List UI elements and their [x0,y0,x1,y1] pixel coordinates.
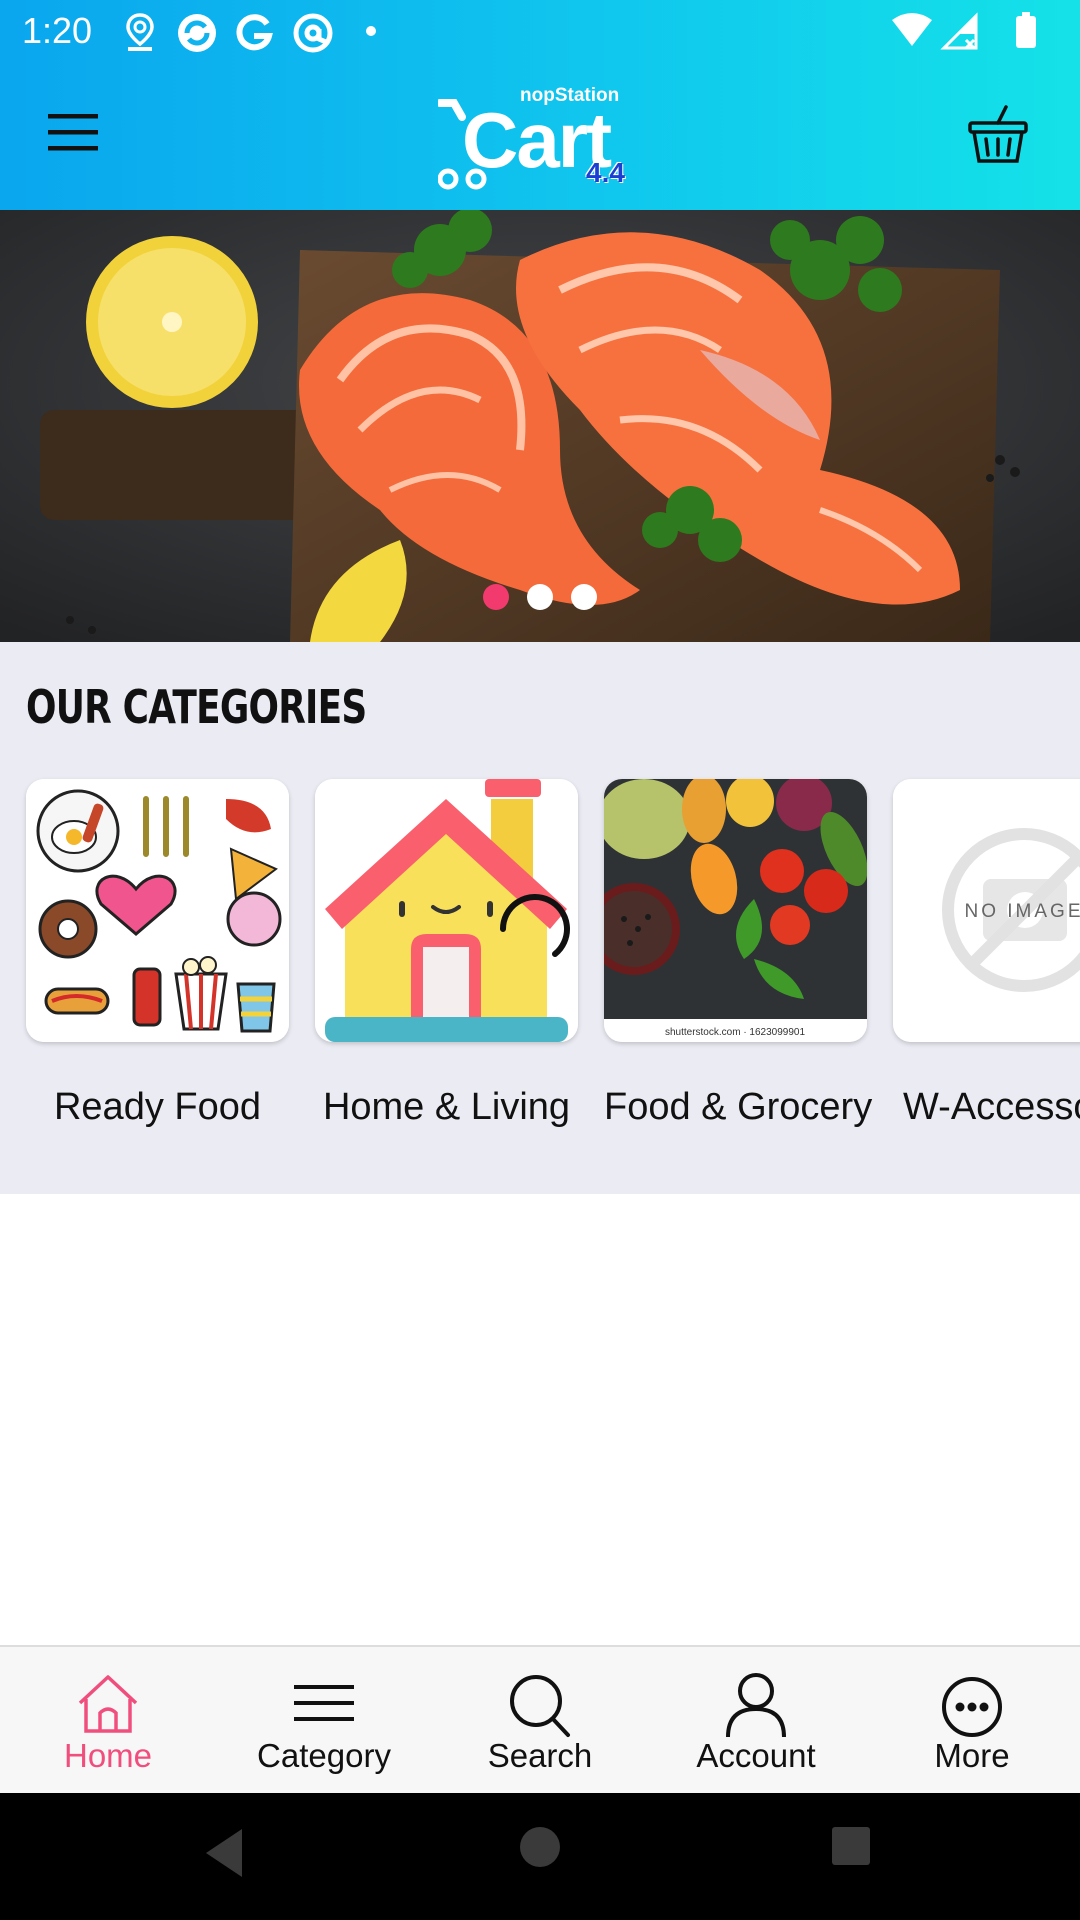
carousel-dot-1[interactable] [483,584,509,610]
shopping-basket-icon[interactable] [966,103,1030,167]
nav-more[interactable]: More [864,1647,1080,1795]
more-dots-icon [942,1677,1002,1737]
category-image: NO IMAGE [893,779,1080,1042]
home-icon [78,1675,138,1733]
house-illustration [315,779,578,1042]
hamburger-menu-icon[interactable] [40,108,106,158]
category-image [26,779,289,1042]
back-icon[interactable] [200,1825,250,1881]
menu-lines-icon [294,1685,354,1721]
google-icon [236,14,273,51]
no-image-text: NO IMAGE [964,901,1080,922]
top-bar: 1:20 nopStation Cart 4.4 [0,0,1080,210]
app-logo: nopStation Cart 4.4 [438,85,658,195]
category-card-food-grocery[interactable]: shutterstock.com · 1623099901 Food & Gro… [604,779,873,1129]
nav-label: More [934,1737,1010,1774]
section-title: OUR CATEGORIES [26,680,367,734]
nav-label: Home [63,1737,153,1774]
wifi-icon [892,13,932,46]
category-image [315,779,578,1042]
salmon-banner-image [0,210,1080,642]
categories-section: OUR CATEGORIES Ready Food Home & Living … [0,642,1080,1194]
battery-icon [1016,16,1036,48]
search-icon [510,1675,570,1737]
vegetables-photo: shutterstock.com · 1623099901 [604,779,867,1042]
category-card-ready-food[interactable]: Ready Food [26,779,289,1129]
sync-app-icon [178,14,216,52]
category-card-w-accessories[interactable]: NO IMAGE W-Accesso [893,779,1080,1129]
category-label: Food & Grocery [604,1086,873,1128]
category-label: Home & Living [322,1086,571,1128]
bottom-navigation: Home Category Search Account More [0,1645,1080,1793]
status-bar: 1:20 [0,0,1080,63]
promo-banner-carousel[interactable] [0,210,1080,642]
location-icon [126,13,154,51]
at-sign-app-icon [293,13,333,53]
carousel-dot-3[interactable] [571,584,597,610]
nav-label: Account [696,1737,816,1774]
image-watermark-caption: shutterstock.com · 1623099901 [665,1027,806,1038]
home-circle-icon[interactable] [518,1825,562,1869]
notification-dot-icon [366,26,376,36]
nav-label: Category [257,1737,391,1774]
status-right [892,12,1062,57]
nav-home[interactable]: Home [0,1647,216,1795]
nav-label: Search [487,1737,593,1774]
status-system-icons [892,12,1036,50]
nav-category[interactable]: Category [216,1647,432,1795]
category-label: Ready Food [53,1086,261,1128]
nav-account[interactable]: Account [648,1647,864,1795]
category-label: W-Accesso [903,1086,1080,1128]
category-image: shutterstock.com · 1623099901 [604,779,867,1042]
category-card-home-living[interactable]: Home & Living [315,779,578,1129]
person-icon [726,1673,786,1738]
ready-food-illustration [26,779,289,1042]
recents-square-icon[interactable] [830,1825,872,1867]
system-navigation-bar [0,1793,1080,1920]
carousel-dot-2[interactable] [527,584,553,610]
logo-version: 4.4 [586,157,625,188]
status-time: 1:20 [22,10,93,51]
carousel-indicator [0,584,1080,610]
app-header: nopStation Cart 4.4 [0,63,1080,210]
no-image-placeholder: NO IMAGE [893,779,1080,1042]
nav-search[interactable]: Search [432,1647,648,1795]
